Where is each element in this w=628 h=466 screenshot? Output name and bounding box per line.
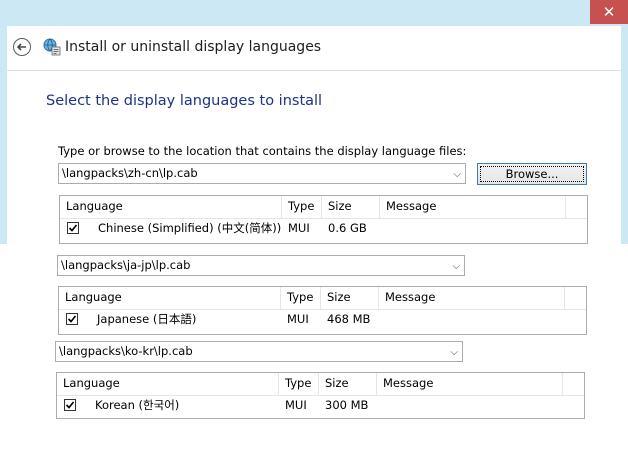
column-header-language[interactable]: Language (60, 196, 282, 218)
back-arrow-icon (16, 43, 26, 51)
chevron-down-icon[interactable]: ⌵ (450, 343, 458, 362)
table-header: Language Type Size Message (60, 196, 587, 219)
language-checkbox[interactable] (67, 222, 79, 234)
column-header-message[interactable]: Message (380, 196, 566, 218)
language-type: MUI (285, 398, 307, 412)
path-value: \langpacks\ja-jp\lp.cab (61, 258, 191, 272)
language-file-path-input[interactable]: \langpacks\zh-cn\lp.cab ⌵ (58, 163, 466, 184)
column-header-size[interactable]: Size (321, 287, 379, 309)
language-checkbox[interactable] (66, 313, 78, 325)
page-heading: Select the display languages to install (46, 93, 323, 109)
language-type: MUI (288, 221, 310, 235)
language-size: 300 MB (325, 398, 369, 412)
language-table: Language Type Size Message Japanese (日本語… (58, 286, 587, 335)
globe-language-icon (43, 38, 61, 56)
language-name: Japanese (日本語) (97, 312, 197, 326)
table-row[interactable]: Korean (한국어) MUI 300 MB (57, 395, 584, 417)
language-size: 0.6 GB (328, 221, 367, 235)
table-header: Language Type Size Message (59, 287, 586, 310)
path-value: \langpacks\zh-cn\lp.cab (62, 166, 198, 180)
column-header-type[interactable]: Type (282, 196, 322, 218)
language-name: Korean (한국어) (95, 398, 180, 412)
column-header-message[interactable]: Message (377, 373, 563, 395)
back-button[interactable] (13, 38, 31, 56)
path-value: \langpacks\ko-kr\lp.cab (59, 344, 193, 358)
table-row[interactable]: Japanese (日本語) MUI 468 MB (59, 309, 586, 331)
chevron-down-icon[interactable]: ⌵ (453, 165, 461, 184)
column-header-type[interactable]: Type (281, 287, 321, 309)
language-table: Language Type Size Message Korean (한국어) … (56, 372, 585, 419)
column-header-type[interactable]: Type (279, 373, 319, 395)
language-checkbox[interactable] (64, 399, 76, 411)
checkmark-icon (65, 401, 75, 409)
window-frame-right (621, 26, 628, 244)
window-frame-left (0, 26, 7, 244)
title-bar (0, 0, 628, 26)
language-size: 468 MB (327, 312, 371, 326)
close-button[interactable]: ✕ (590, 0, 628, 24)
checkmark-icon (68, 224, 78, 232)
instruction-text: Type or browse to the location that cont… (58, 144, 467, 158)
checkmark-icon (67, 315, 77, 323)
window-title: Install or uninstall display languages (65, 39, 322, 55)
chevron-down-icon[interactable]: ⌵ (452, 257, 460, 276)
language-name: Chinese (Simplified) (中文(简体)) (98, 221, 282, 235)
language-file-path-input[interactable]: \langpacks\ja-jp\lp.cab ⌵ (57, 255, 465, 276)
navigation-bar: Install or uninstall display languages (7, 26, 621, 70)
table-header: Language Type Size Message (57, 373, 584, 396)
column-header-message[interactable]: Message (379, 287, 565, 309)
browse-button[interactable]: Browse... (477, 163, 587, 185)
close-icon: ✕ (602, 3, 616, 21)
column-header-size[interactable]: Size (319, 373, 377, 395)
language-table: Language Type Size Message Chinese (Simp… (59, 195, 588, 244)
column-header-language[interactable]: Language (57, 373, 279, 395)
table-row[interactable]: Chinese (Simplified) (中文(简体)) MUI 0.6 GB (60, 218, 587, 240)
column-header-language[interactable]: Language (59, 287, 281, 309)
language-file-path-input[interactable]: \langpacks\ko-kr\lp.cab ⌵ (55, 341, 463, 362)
language-type: MUI (287, 312, 309, 326)
column-header-size[interactable]: Size (322, 196, 380, 218)
